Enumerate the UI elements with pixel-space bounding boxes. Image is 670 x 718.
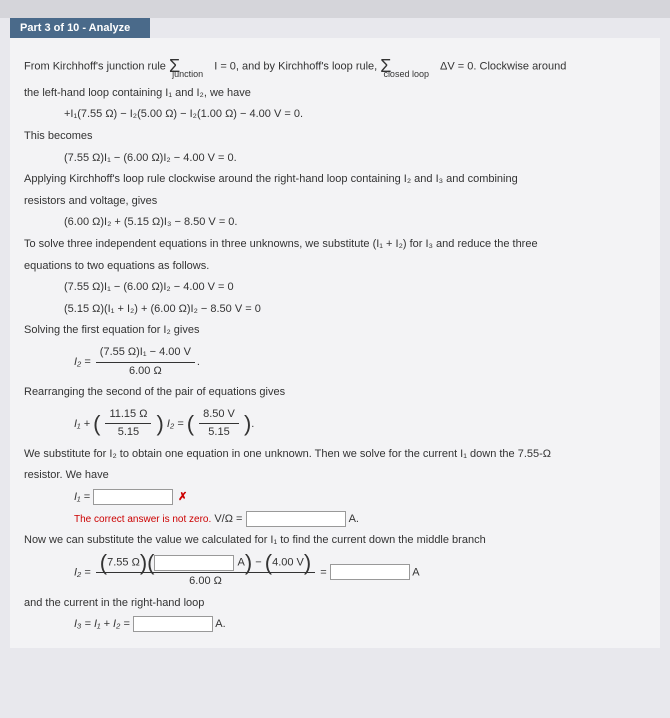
answer-row: I₁ = ✗ — [74, 489, 646, 507]
equation: (7.55 Ω)I₁ − (6.00 Ω)I₂ − 4.00 V = 0 — [64, 279, 646, 297]
answer-input-i1b[interactable] — [246, 511, 346, 527]
lhs: I₂ = — [74, 356, 94, 368]
text-line: Applying Kirchhoff's loop rule clockwise… — [24, 171, 646, 189]
subscript: junction — [172, 69, 203, 79]
unit-label: A. — [215, 618, 225, 630]
text: ΔV = 0. Clockwise around — [440, 60, 566, 72]
equation: (7.55 Ω)I₁ − (6.00 Ω)I₂ − 4.00 V = 0. — [64, 150, 646, 168]
text-line: Now we can substitute the value we calcu… — [24, 532, 646, 550]
label: I₂ = — [74, 566, 94, 578]
equation: I₂ = (7.55 Ω)I₁ − 4.00 V 6.00 Ω . — [74, 344, 646, 380]
equation: (6.00 Ω)I₂ + (5.15 Ω)I₃ − 8.50 V = 0. — [64, 214, 646, 232]
denominator: 5.15 — [105, 424, 151, 442]
numerator: (7.55 Ω)I₁ − 4.00 V — [96, 344, 195, 363]
text-line: This becomes — [24, 128, 646, 146]
answer-row: I₃ = I₁ + I₂ = A. — [74, 616, 646, 634]
text: From Kirchhoff's junction rule — [24, 60, 166, 72]
answer-row: I₂ = (7.55 Ω)( A) − (4.00 V) 6.00 Ω = A — [74, 554, 646, 591]
answer-input-i3[interactable] — [133, 616, 213, 632]
paren-icon: ( — [265, 554, 272, 572]
text: I₂ = — [167, 418, 187, 430]
text-line: Rearranging the second of the pair of eq… — [24, 384, 646, 402]
unit-label: A — [412, 566, 419, 578]
answer-input-i2-num[interactable] — [154, 555, 234, 571]
lhs: I₁ + — [74, 418, 93, 430]
text-line: the left-hand loop containing I₁ and I₂,… — [24, 85, 646, 103]
fraction: 8.50 V 5.15 — [199, 406, 239, 442]
denominator: 5.15 — [199, 424, 239, 442]
text-line: To solve three independent equations in … — [24, 236, 646, 254]
content-panel: From Kirchhoff's junction rule Σjunction… — [10, 38, 660, 648]
fraction: 11.15 Ω 5.15 — [105, 406, 151, 442]
unit-label: A — [238, 557, 245, 569]
subscript: closed loop — [383, 69, 429, 79]
fraction: (7.55 Ω)( A) − (4.00 V) 6.00 Ω — [96, 554, 315, 591]
paren-icon: ) — [140, 554, 147, 572]
text-line: From Kirchhoff's junction rule Σjunction… — [24, 52, 646, 81]
paren-icon: ) — [157, 415, 164, 433]
text-line: equations to two equations as follows. — [24, 258, 646, 276]
minus: − — [252, 557, 265, 569]
unit-label: V/Ω = — [214, 513, 245, 525]
answer-input-i1a[interactable] — [93, 489, 173, 505]
numerator: (7.55 Ω)( A) − (4.00 V) — [96, 554, 315, 573]
text: 4.00 V — [272, 557, 304, 569]
equation: (5.15 Ω)(I₁ + I₂) + (6.00 Ω)I₂ − 8.50 V … — [64, 301, 646, 319]
numerator: 11.15 Ω — [105, 406, 151, 425]
paren-icon: ( — [93, 415, 100, 433]
error-message: The correct answer is not zero. — [74, 514, 211, 525]
text: I = 0, and by Kirchhoff's loop rule, — [214, 60, 377, 72]
numerator: 8.50 V — [199, 406, 239, 425]
text-line: and the current in the right-hand loop — [24, 595, 646, 613]
text-line: We substitute for I₂ to obtain one equat… — [24, 446, 646, 464]
part-header: Part 3 of 10 - Analyze — [10, 18, 150, 38]
paren-icon: ( — [187, 415, 194, 433]
equation: I₁ + ( 11.15 Ω 5.15 ) I₂ = ( 8.50 V 5.15… — [74, 406, 646, 442]
equals: = — [320, 566, 329, 578]
wrong-icon: ✗ — [178, 491, 187, 503]
text: 7.55 Ω — [107, 557, 140, 569]
denominator: 6.00 Ω — [96, 573, 315, 591]
equation: +I₁(7.55 Ω) − I₂(5.00 Ω) − I₂(1.00 Ω) − … — [64, 106, 646, 124]
error-row: The correct answer is not zero. V/Ω = A. — [74, 511, 646, 529]
paren-icon: ) — [244, 415, 251, 433]
paren-icon: ) — [304, 554, 311, 572]
text-line: resistor. We have — [24, 467, 646, 485]
paren-icon: ( — [147, 554, 154, 572]
denominator: 6.00 Ω — [96, 363, 195, 381]
text-line: resistors and voltage, gives — [24, 193, 646, 211]
unit-label: A. — [349, 513, 359, 525]
text-line: Solving the first equation for I₂ gives — [24, 322, 646, 340]
answer-input-i2-result[interactable] — [330, 564, 410, 580]
fraction: (7.55 Ω)I₁ − 4.00 V 6.00 Ω — [96, 344, 195, 380]
label: I₁ = — [74, 491, 93, 503]
label: I₃ = I₁ + I₂ = — [74, 618, 133, 630]
